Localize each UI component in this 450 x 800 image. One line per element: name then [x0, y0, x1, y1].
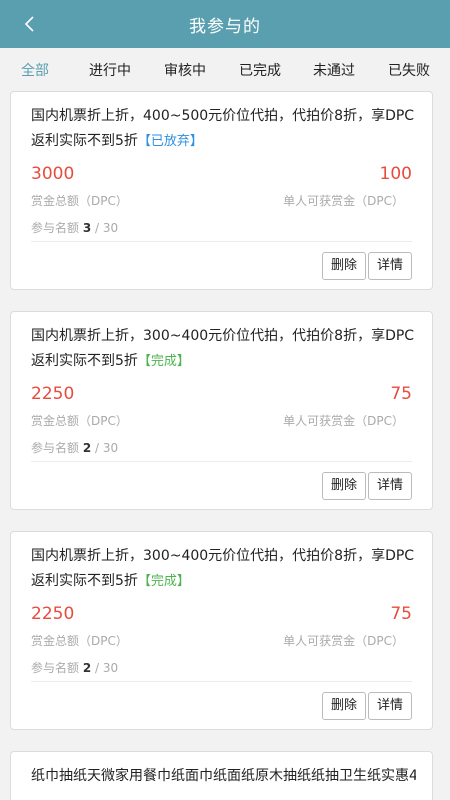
per-person-reward-value: 75: [390, 604, 412, 624]
task-title: 国内机票折上折，300~400元价位代拍，代拍价8折，享DPC返利实际不到5折【…: [31, 324, 416, 374]
chevron-left-icon: [24, 16, 34, 32]
status-badge: 【完成】: [137, 354, 190, 369]
task-title: 国内机票折上折，300~400元价位代拍，代拍价8折，享DPC返利实际不到5折【…: [31, 544, 416, 594]
quota-label: 参与名额: [31, 661, 80, 675]
back-button[interactable]: [14, 8, 46, 40]
quota-info: 参与名额 2 / 30: [31, 439, 118, 456]
quota-total: / 30: [95, 661, 119, 675]
tab-completed[interactable]: 已完成: [239, 60, 281, 80]
quota-label: 参与名额: [31, 441, 80, 455]
task-title-text: 纸巾抽纸天微家用餐巾纸面巾纸面纸原木抽纸纸抽卫生纸实惠4: [31, 768, 416, 784]
filter-tabs: 全部 进行中 审核中 已完成 未通过 已失败: [0, 48, 450, 90]
task-card[interactable]: 国内机票折上折，300~400元价位代拍，代拍价8折，享DPC返利实际不到5折【…: [10, 311, 433, 510]
quota-total: / 30: [95, 441, 119, 455]
total-reward-label: 赏金总额（DPC）: [31, 194, 128, 208]
task-card[interactable]: 国内机票折上折，300~400元价位代拍，代拍价8折，享DPC返利实际不到5折【…: [10, 531, 433, 730]
quota-label: 参与名额: [31, 221, 80, 235]
total-reward-value: 3000: [31, 164, 75, 184]
task-title-text: 国内机票折上折，400~500元价位代拍，代拍价8折，享DPC返利实际不到5折: [31, 108, 415, 149]
tab-under-review[interactable]: 审核中: [164, 60, 206, 80]
quota-count: 2: [82, 661, 92, 675]
task-title-text: 国内机票折上折，300~400元价位代拍，代拍价8折，享DPC返利实际不到5折: [31, 548, 415, 589]
detail-button[interactable]: 详情: [367, 472, 412, 500]
tab-rejected[interactable]: 未通过: [313, 60, 355, 80]
tab-all[interactable]: 全部: [21, 60, 49, 80]
detail-button[interactable]: 详情: [367, 252, 412, 280]
detail-button[interactable]: 详情: [367, 692, 412, 720]
app-header: 我参与的: [0, 0, 450, 48]
status-badge: 【已放弃】: [137, 134, 203, 149]
total-reward-label: 赏金总额（DPC）: [31, 634, 128, 648]
task-title: 纸巾抽纸天微家用餐巾纸面巾纸面纸原木抽纸纸抽卫生纸实惠4: [31, 764, 416, 789]
tab-failed[interactable]: 已失败: [388, 60, 430, 80]
quota-count: 3: [82, 221, 92, 235]
tab-in-progress[interactable]: 进行中: [89, 60, 131, 80]
delete-button[interactable]: 删除: [321, 472, 366, 500]
task-card[interactable]: 国内机票折上折，400~500元价位代拍，代拍价8折，享DPC返利实际不到5折【…: [10, 91, 433, 290]
quota-info: 参与名额 2 / 30: [31, 659, 118, 676]
per-person-reward-value: 75: [390, 384, 412, 404]
per-person-reward-value: 100: [379, 164, 412, 184]
total-reward-value: 2250: [31, 604, 75, 624]
task-title: 国内机票折上折，400~500元价位代拍，代拍价8折，享DPC返利实际不到5折【…: [31, 104, 416, 154]
status-badge: 【完成】: [137, 574, 190, 589]
card-divider: [31, 461, 412, 462]
card-divider: [31, 681, 412, 682]
quota-total: / 30: [95, 221, 119, 235]
quota-info: 参与名额 3 / 30: [31, 219, 118, 236]
total-reward-label: 赏金总额（DPC）: [31, 414, 128, 428]
task-title-text: 国内机票折上折，300~400元价位代拍，代拍价8折，享DPC返利实际不到5折: [31, 328, 415, 369]
task-card[interactable]: 纸巾抽纸天微家用餐巾纸面巾纸面纸原木抽纸纸抽卫生纸实惠4: [10, 751, 433, 800]
total-reward-value: 2250: [31, 384, 75, 404]
delete-button[interactable]: 删除: [321, 692, 366, 720]
delete-button[interactable]: 删除: [321, 252, 366, 280]
quota-count: 2: [82, 441, 92, 455]
per-person-reward-label: 单人可获赏金（DPC）: [283, 414, 404, 428]
per-person-reward-label: 单人可获赏金（DPC）: [283, 194, 404, 208]
page-title: 我参与的: [189, 16, 261, 37]
card-divider: [31, 241, 412, 242]
per-person-reward-label: 单人可获赏金（DPC）: [283, 634, 404, 648]
